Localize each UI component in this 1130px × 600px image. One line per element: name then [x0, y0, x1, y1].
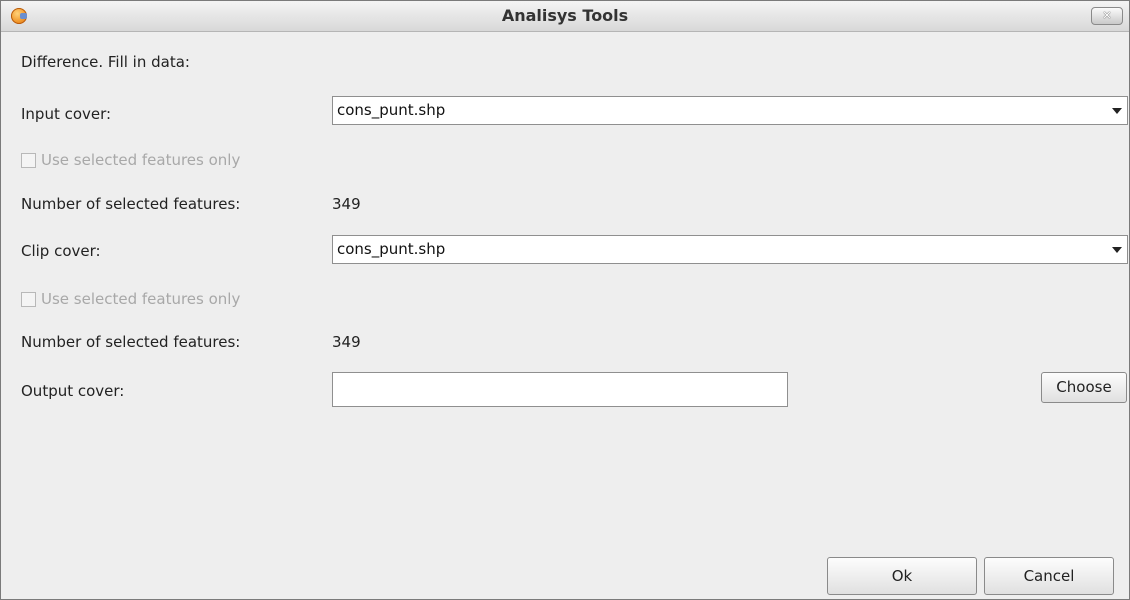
clip-cover-label: Clip cover:: [21, 242, 101, 260]
clip-cover-selected-value: cons_punt.shp: [337, 240, 446, 258]
clip-use-selected-label: Use selected features only: [41, 290, 241, 308]
input-cover-label: Input cover:: [21, 105, 112, 123]
input-selected-count-value: 349: [332, 195, 361, 213]
chevron-down-icon[interactable]: [1110, 97, 1124, 124]
input-selected-count-label: Number of selected features:: [21, 195, 241, 213]
input-use-selected-label: Use selected features only: [41, 151, 241, 169]
close-button[interactable]: ✕: [1091, 7, 1123, 25]
window-title: Analisys Tools: [501, 6, 629, 25]
input-use-selected-checkbox[interactable]: [21, 152, 36, 168]
close-icon: ✕: [1102, 9, 1112, 22]
clip-use-selected-option[interactable]: Use selected features only: [21, 290, 240, 308]
output-cover-label: Output cover:: [21, 382, 125, 400]
clip-selected-count-value: 349: [332, 333, 361, 351]
analysis-tools-dialog: Analisys Tools ✕ Difference. Fill in dat…: [0, 0, 1130, 600]
output-cover-input[interactable]: [332, 372, 788, 407]
dialog-content: Difference. Fill in data: Input cover: c…: [1, 32, 1129, 599]
input-cover-selected-value: cons_punt.shp: [337, 101, 446, 119]
title-bar[interactable]: Analisys Tools ✕: [1, 1, 1129, 32]
input-use-selected-option[interactable]: Use selected features only: [21, 151, 240, 169]
cancel-button[interactable]: Cancel: [984, 557, 1114, 595]
clip-selected-count-label: Number of selected features:: [21, 333, 241, 351]
ok-button[interactable]: Ok: [827, 557, 977, 595]
choose-button[interactable]: Choose: [1041, 372, 1127, 403]
clip-cover-select[interactable]: cons_punt.shp: [332, 235, 1128, 264]
clip-use-selected-checkbox[interactable]: [21, 291, 36, 307]
input-cover-select[interactable]: cons_punt.shp: [332, 96, 1128, 125]
form-heading: Difference. Fill in data:: [21, 53, 190, 71]
chevron-down-icon[interactable]: [1110, 236, 1124, 263]
